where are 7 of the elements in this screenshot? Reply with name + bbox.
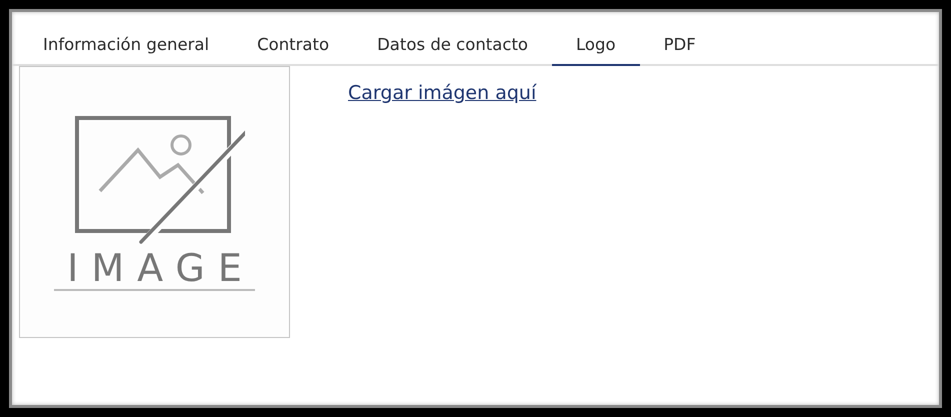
upload-link[interactable]: Cargar imágen aquí: [348, 82, 536, 104]
tab[interactable]: Contrato: [233, 26, 354, 66]
tab[interactable]: Información general: [19, 26, 234, 66]
image-caption: IMAGE: [54, 249, 255, 291]
tab[interactable]: PDF: [640, 26, 720, 66]
tab[interactable]: Logo: [552, 26, 640, 66]
tab[interactable]: Datos de contacto: [353, 26, 552, 66]
